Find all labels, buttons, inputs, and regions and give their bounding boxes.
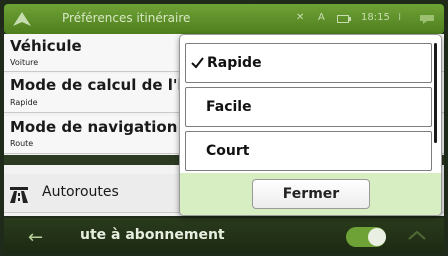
list-item-value: Voiture (10, 58, 39, 67)
toll-road-toggle[interactable] (346, 227, 386, 247)
option-label: Facile (206, 99, 252, 115)
message-icon[interactable] (419, 13, 435, 25)
gps-icon: A (318, 12, 325, 23)
checkmark-icon (191, 57, 204, 69)
dropdown-footer: Fermer (180, 173, 441, 215)
list-item-value: Rapide (10, 98, 38, 107)
back-arrow-icon[interactable]: ← (28, 227, 43, 248)
signal-icon: ⁞ (398, 12, 402, 23)
toggle-knob (368, 228, 386, 246)
option-label: Rapide (207, 55, 262, 71)
option-court[interactable]: Court (185, 131, 432, 171)
close-button[interactable]: Fermer (252, 179, 370, 209)
navigation-arrow-icon[interactable] (12, 11, 32, 27)
list-item-value: Route (10, 139, 34, 148)
chevron-up-icon[interactable] (408, 230, 426, 240)
clock-time: 18:15 (361, 12, 390, 23)
highway-icon (10, 187, 28, 203)
toll-road-label: ute à abonnement (80, 227, 225, 243)
bottom-bar: ← ute à abonnement (4, 218, 444, 254)
list-item-title: Véhicule (10, 37, 82, 55)
autoroutes-label: Autoroutes (42, 184, 119, 200)
page-title: Préférences itinéraire (62, 11, 191, 25)
top-status-bar: Préférences itinéraire ✕ A 18:15 ⁞ (4, 4, 444, 34)
dropdown-scrollbar[interactable] (434, 43, 437, 143)
option-label: Court (206, 143, 250, 159)
mute-icon: ✕ (296, 12, 305, 23)
option-facile[interactable]: Facile (185, 87, 432, 127)
calculation-mode-dropdown: Rapide Facile Court Fermer (179, 34, 442, 216)
list-item-title: Mode de navigation (10, 118, 178, 136)
list-item-title: Mode de calcul de l'it (10, 76, 190, 94)
battery-icon (337, 15, 351, 23)
option-rapide[interactable]: Rapide (185, 43, 432, 83)
route-preferences-screen: Préférences itinéraire ✕ A 18:15 ⁞ Véhic… (0, 0, 448, 256)
